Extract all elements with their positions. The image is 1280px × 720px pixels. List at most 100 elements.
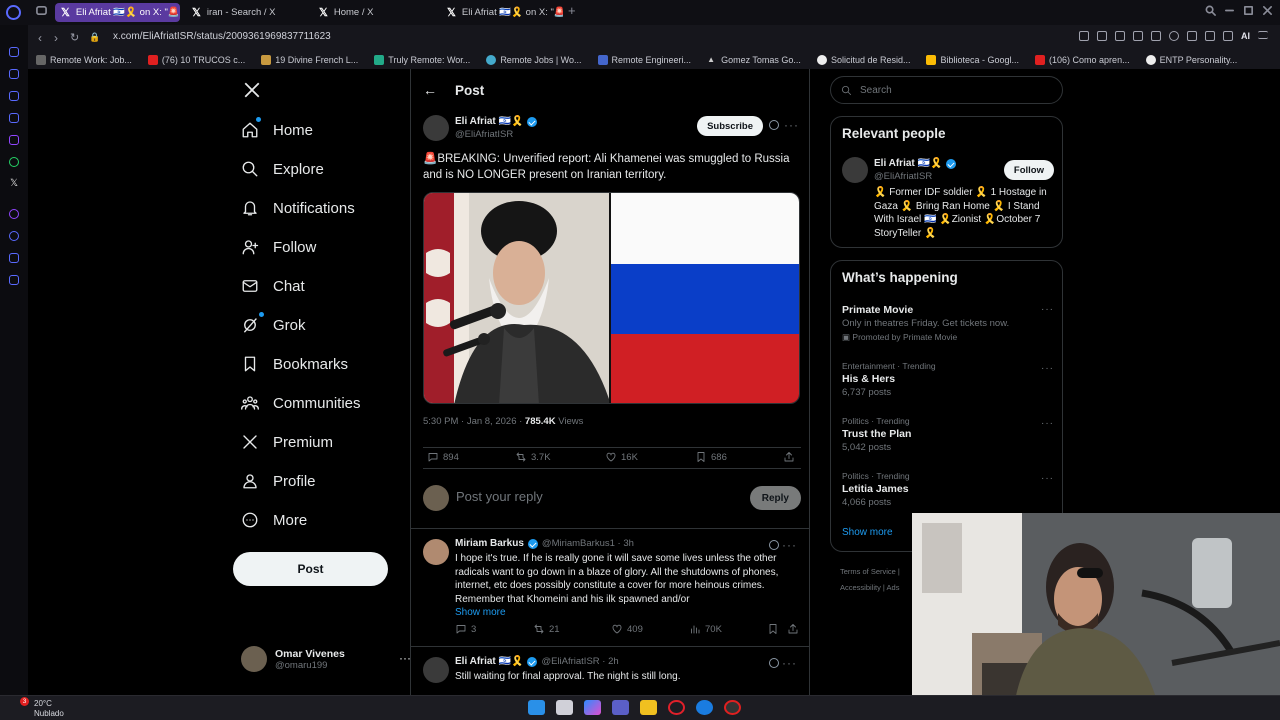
nav-explore[interactable]: Explore [241, 154, 324, 184]
nav-premium[interactable]: Premium [241, 427, 333, 457]
copilot-icon[interactable] [584, 700, 601, 715]
menu-icon[interactable] [1258, 31, 1268, 39]
minimize-icon[interactable] [1224, 5, 1235, 16]
reply-input[interactable]: Post your reply [456, 489, 543, 504]
reply-button[interactable]: 894 [427, 451, 459, 463]
more-icon[interactable]: ··· [1041, 363, 1054, 374]
avatar[interactable] [423, 657, 449, 683]
ai-button[interactable]: AI [1241, 31, 1250, 41]
sidebar-icon[interactable] [9, 69, 19, 79]
like-button[interactable]: 409 [611, 623, 643, 635]
more-icon[interactable]: ··· [1041, 473, 1054, 484]
person-name[interactable]: Eli Afriat 🇮🇱🎗️ [874, 158, 957, 169]
bookmark-button[interactable]: 686 [695, 451, 727, 463]
nav-notifications[interactable]: Notifications [241, 193, 355, 223]
tweet-media[interactable] [423, 192, 800, 404]
grok-icon[interactable] [769, 540, 779, 550]
opera-logo-icon[interactable] [6, 5, 21, 20]
more-icon[interactable]: ··· [782, 656, 797, 670]
url-field[interactable]: x.com/EliAfriatISR/status/20093619698377… [113, 31, 331, 42]
history-icon[interactable] [9, 231, 19, 241]
like-button[interactable]: 16K [605, 451, 638, 463]
snapshot-icon[interactable] [1097, 31, 1107, 41]
new-tab-icon[interactable]: + [568, 3, 576, 18]
back-arrow-icon[interactable]: ← [423, 82, 437, 98]
share-button[interactable] [783, 451, 795, 463]
sidebar-icon[interactable] [9, 47, 19, 57]
heart-icon[interactable] [1169, 31, 1179, 41]
more-icon[interactable]: ··· [1041, 304, 1054, 315]
back-icon[interactable]: ‹ [38, 31, 42, 45]
folder-icon[interactable] [640, 700, 657, 715]
bookmark-item[interactable]: Remote Engineeri... [590, 54, 700, 65]
shield-icon[interactable] [1115, 31, 1125, 41]
bookmark-item[interactable]: (76) 10 TRUCOS c... [140, 54, 253, 65]
bookmark-item[interactable]: 19 Divine French L... [253, 54, 366, 65]
wallet-icon[interactable] [1205, 31, 1215, 41]
forward-icon[interactable]: › [54, 31, 58, 45]
bookmark-button[interactable] [767, 623, 779, 635]
nav-communities[interactable]: Communities [241, 388, 361, 418]
maximize-icon[interactable] [1243, 5, 1254, 16]
more-icon[interactable]: ··· [782, 538, 797, 552]
share-button[interactable] [787, 623, 799, 635]
trend-item[interactable]: Politics · Trending Letitia James 4,066 … [842, 471, 1054, 508]
tab-home[interactable]: 𝕏 Home / X [313, 3, 435, 22]
nav-profile[interactable]: Profile [241, 466, 316, 496]
sidebar-icon[interactable] [9, 113, 19, 123]
avatar[interactable] [842, 157, 868, 183]
nav-more[interactable]: More [241, 505, 307, 535]
bookmark-item[interactable]: ENTP Personality... [1138, 54, 1246, 65]
reply-submit-button[interactable]: Reply [749, 486, 801, 510]
nav-chat[interactable]: Chat [241, 271, 305, 301]
weather-widget[interactable]: 3 20°C Nublado [14, 697, 64, 719]
edge-icon[interactable] [696, 700, 713, 715]
x-logo-icon[interactable] [243, 81, 261, 99]
file-icon[interactable] [556, 700, 573, 715]
nav-follow[interactable]: Follow [241, 232, 316, 262]
views-button[interactable]: 70K [689, 623, 722, 635]
author-handle[interactable]: @EliAfriatISR [455, 129, 513, 140]
download-icon[interactable] [1223, 31, 1233, 41]
russia-flag[interactable] [611, 193, 799, 403]
bookmark-item[interactable]: (106) Como apren... [1027, 54, 1138, 65]
avatar[interactable] [423, 539, 449, 565]
account-switcher[interactable]: Omar Vivenes @omaru199 ··· [241, 643, 411, 675]
player-icon[interactable] [1151, 31, 1161, 41]
x-icon[interactable]: 𝕏 [9, 179, 19, 189]
bookmark-item[interactable]: Biblioteca - Googl... [918, 54, 1027, 65]
nav-home[interactable]: Home [241, 115, 313, 145]
workspaces-icon[interactable] [36, 5, 47, 16]
avatar[interactable] [423, 115, 449, 141]
more-icon[interactable]: ··· [784, 118, 799, 132]
khamenei-photo[interactable] [424, 193, 610, 403]
follow-button[interactable]: Follow [1003, 160, 1054, 180]
bookmark-item[interactable]: Remote Jobs | Wo... [478, 54, 589, 65]
bookmark-item[interactable]: Solicitud de Resid... [809, 54, 919, 65]
nav-grok[interactable]: Grok [241, 310, 306, 340]
twitch-icon[interactable] [9, 135, 19, 145]
reload-icon[interactable]: ↻ [70, 31, 79, 44]
app-icon[interactable] [724, 700, 741, 715]
tab-iran-search[interactable]: 𝕏iran - Search / X [186, 3, 308, 22]
nav-bookmarks[interactable]: Bookmarks [241, 349, 348, 379]
teams-icon[interactable] [612, 700, 629, 715]
settings-icon[interactable] [9, 275, 19, 285]
bookmark-item[interactable]: Remote Work: Job... [28, 54, 140, 65]
trend-item[interactable]: Primate Movie Only in theatres Friday. G… [842, 302, 1054, 343]
extensions-icon[interactable] [1187, 31, 1197, 41]
opera-icon[interactable] [668, 700, 685, 715]
whatsapp-icon[interactable] [9, 157, 19, 167]
tab-eli-afriat[interactable]: 𝕏Eli Afriat 🇮🇱🎗️ on X: "🚨BR [55, 3, 180, 22]
sidebar-icon[interactable] [9, 91, 19, 101]
trend-item[interactable]: Entertainment · Trending His & Hers 6,73… [842, 361, 1054, 398]
trend-item[interactable]: Politics · Trending Trust the Plan 5,042… [842, 416, 1054, 453]
search-tabs-icon[interactable] [1205, 5, 1216, 16]
author-name[interactable]: Eli Afriat 🇮🇱🎗️ [455, 116, 538, 127]
more-icon[interactable]: ··· [1041, 418, 1054, 429]
show-more-link[interactable]: Show more [842, 527, 893, 538]
vpn-icon[interactable] [1133, 31, 1143, 41]
show-more-link[interactable]: Show more [455, 607, 506, 618]
reply-item[interactable]: Eli Afriat 🇮🇱🎗️ @EliAfriatISR · 2h ··· St… [411, 646, 809, 695]
reply-item[interactable]: Miriam Barkus @MiriamBarkus1 · 3h ··· I h… [411, 528, 809, 645]
